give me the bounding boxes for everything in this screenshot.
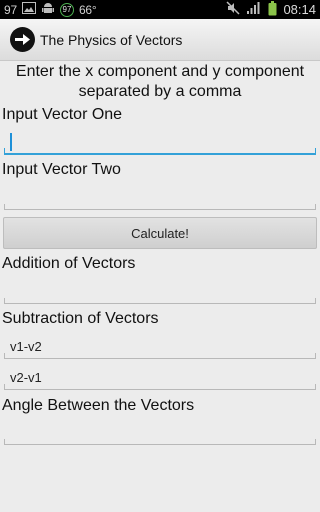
status-left: 97 97 66°	[4, 2, 97, 17]
v2-minus-v1-value: v2-v1	[10, 370, 42, 385]
battery-percent-icon: 97	[59, 2, 74, 17]
vector-two-label: Input Vector Two	[2, 161, 121, 178]
android-icon	[41, 2, 55, 17]
vector-one-input[interactable]	[4, 129, 316, 155]
notification-count: 97	[4, 2, 17, 17]
instructions-text: Enter the x component and y component se…	[15, 63, 305, 100]
signal-icon	[246, 1, 262, 18]
text-cursor	[10, 133, 12, 151]
vector-one-label: Input Vector One	[2, 106, 123, 123]
temperature-text: 66°	[78, 2, 97, 17]
action-bar: The Physics of Vectors	[0, 19, 320, 61]
angle-result-field[interactable]	[4, 419, 316, 445]
v1-minus-v2-value: v1-v2	[10, 339, 42, 354]
arrow-right-icon	[10, 27, 35, 52]
subtraction-label: Subtraction of Vectors	[2, 310, 159, 327]
v2-minus-v1-field[interactable]: v2-v1	[4, 364, 316, 390]
mute-icon	[226, 1, 240, 18]
image-icon	[21, 2, 36, 17]
calculate-button[interactable]: Calculate!	[3, 217, 317, 249]
angle-label: Angle Between the Vectors	[2, 397, 195, 414]
battery-icon	[268, 0, 277, 19]
status-right: 08:14	[226, 0, 316, 19]
vector-two-input[interactable]	[4, 184, 316, 210]
v1-minus-v2-field[interactable]: v1-v2	[4, 333, 316, 359]
app-title: The Physics of Vectors	[40, 32, 183, 48]
status-bar: 97 97 66° 08:14	[0, 0, 320, 19]
clock: 08:14	[283, 2, 316, 17]
addition-label: Addition of Vectors	[2, 255, 136, 272]
addition-result-field[interactable]	[4, 278, 316, 304]
